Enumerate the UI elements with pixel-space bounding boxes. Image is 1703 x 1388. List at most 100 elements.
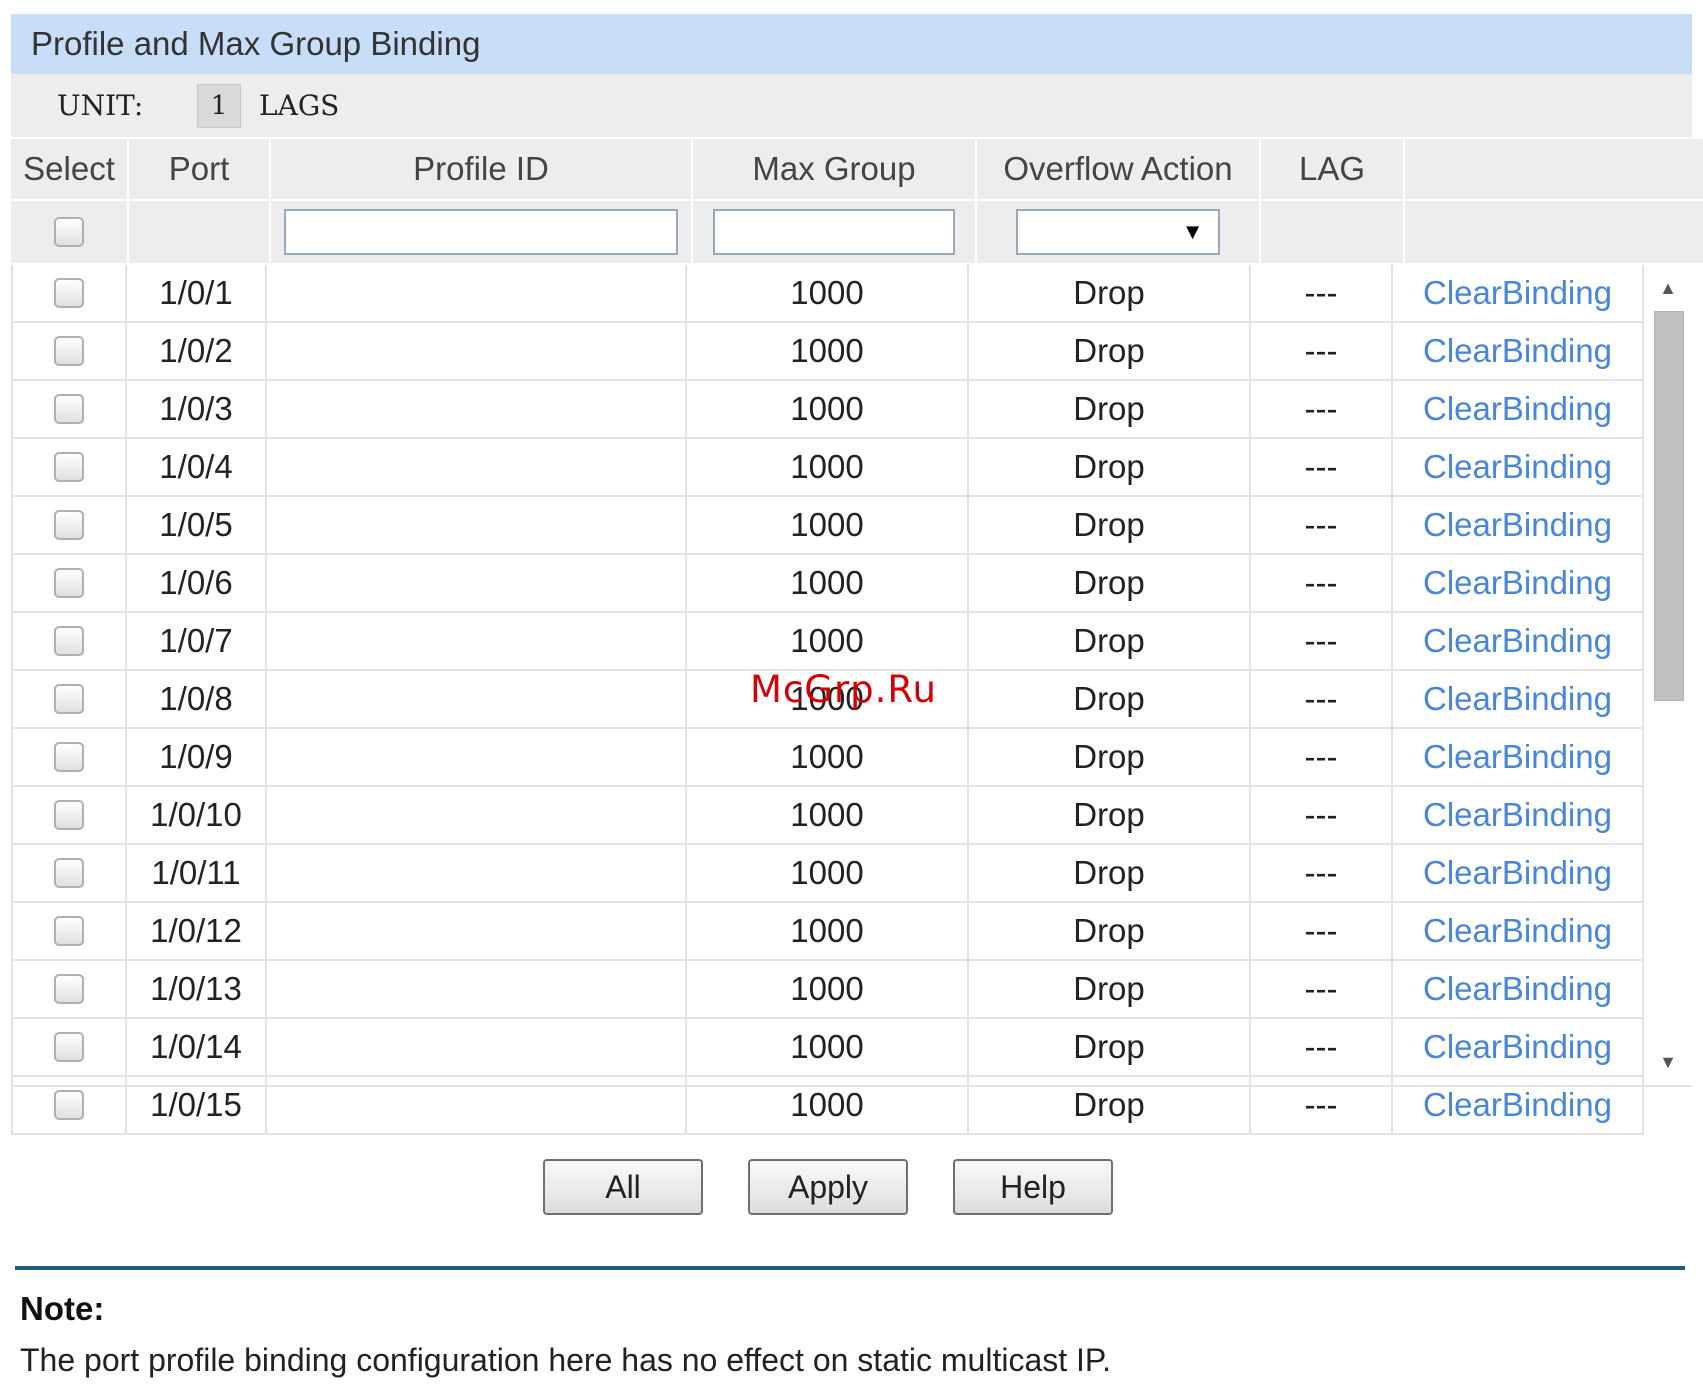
scroll-thumb[interactable] bbox=[1654, 311, 1684, 701]
row-select-cell bbox=[11, 381, 127, 437]
clear-binding-link[interactable]: ClearBinding bbox=[1393, 381, 1644, 437]
row-checkbox[interactable] bbox=[54, 568, 84, 598]
lag-cell: --- bbox=[1251, 845, 1393, 901]
row-checkbox[interactable] bbox=[54, 278, 84, 308]
clear-binding-link[interactable]: ClearBinding bbox=[1393, 1019, 1644, 1075]
clear-binding-link[interactable]: ClearBinding bbox=[1393, 903, 1644, 959]
row-select-cell bbox=[11, 1019, 127, 1075]
overflow-action-cell: Drop bbox=[969, 671, 1251, 727]
clear-binding-link[interactable]: ClearBinding bbox=[1393, 265, 1644, 321]
table-header: Select Port Profile ID Max Group Overflo… bbox=[11, 137, 1703, 263]
header-profile-id: Profile ID bbox=[271, 139, 691, 199]
row-checkbox[interactable] bbox=[54, 742, 84, 772]
profile-id-cell bbox=[267, 265, 687, 321]
port-cell: 1/0/6 bbox=[127, 555, 267, 611]
unit-1-tab[interactable]: 1 bbox=[197, 83, 241, 128]
lag-cell: --- bbox=[1251, 787, 1393, 843]
lag-cell: --- bbox=[1251, 613, 1393, 669]
port-cell: 1/0/14 bbox=[127, 1019, 267, 1075]
row-checkbox[interactable] bbox=[54, 916, 84, 946]
port-cell: 1/0/1 bbox=[127, 265, 267, 321]
row-checkbox[interactable] bbox=[54, 336, 84, 366]
lag-cell: --- bbox=[1251, 1077, 1393, 1133]
overflow-action-cell: Drop bbox=[969, 497, 1251, 553]
table-row: 1/0/14 1000 Drop --- ClearBinding bbox=[11, 1019, 1644, 1077]
clear-binding-link[interactable]: ClearBinding bbox=[1393, 555, 1644, 611]
row-checkbox[interactable] bbox=[54, 452, 84, 482]
clear-binding-link[interactable]: ClearBinding bbox=[1393, 497, 1644, 553]
filter-lag-cell bbox=[1261, 201, 1403, 263]
row-select-cell bbox=[11, 613, 127, 669]
table-row: 1/0/9 1000 Drop --- ClearBinding bbox=[11, 729, 1644, 787]
max-group-cell: 1000 bbox=[687, 729, 969, 785]
row-checkbox[interactable] bbox=[54, 1032, 84, 1062]
clear-binding-link[interactable]: ClearBinding bbox=[1393, 845, 1644, 901]
overflow-action-select[interactable]: ▼ bbox=[1016, 209, 1220, 255]
clear-binding-link[interactable]: ClearBinding bbox=[1393, 961, 1644, 1017]
clear-binding-link[interactable]: ClearBinding bbox=[1393, 1077, 1644, 1133]
row-checkbox[interactable] bbox=[54, 394, 84, 424]
unit-label: UNIT: bbox=[57, 89, 144, 122]
table-scrollbar[interactable]: ▲ ▼ bbox=[1644, 265, 1692, 1085]
table-row: 1/0/3 1000 Drop --- ClearBinding bbox=[11, 381, 1644, 439]
row-select-cell bbox=[11, 323, 127, 379]
lag-cell: --- bbox=[1251, 903, 1393, 959]
lag-cell: --- bbox=[1251, 961, 1393, 1017]
row-checkbox[interactable] bbox=[54, 510, 84, 540]
clear-binding-link[interactable]: ClearBinding bbox=[1393, 439, 1644, 495]
scroll-up-icon[interactable]: ▲ bbox=[1644, 265, 1692, 311]
max-group-cell: 1000 bbox=[687, 787, 969, 843]
lags-tab[interactable]: LAGS bbox=[259, 89, 339, 122]
table-row: 1/0/10 1000 Drop --- ClearBinding bbox=[11, 787, 1644, 845]
profile-id-cell bbox=[267, 903, 687, 959]
row-checkbox[interactable] bbox=[54, 858, 84, 888]
lag-cell: --- bbox=[1251, 497, 1393, 553]
port-cell: 1/0/15 bbox=[127, 1077, 267, 1133]
port-cell: 1/0/10 bbox=[127, 787, 267, 843]
filter-max-group-cell bbox=[693, 201, 975, 263]
port-cell: 1/0/11 bbox=[127, 845, 267, 901]
clear-binding-link[interactable]: ClearBinding bbox=[1393, 613, 1644, 669]
overflow-action-cell: Drop bbox=[969, 903, 1251, 959]
port-cell: 1/0/13 bbox=[127, 961, 267, 1017]
apply-button[interactable]: Apply bbox=[748, 1159, 908, 1215]
row-checkbox[interactable] bbox=[54, 1090, 84, 1120]
overflow-action-cell: Drop bbox=[969, 265, 1251, 321]
row-checkbox[interactable] bbox=[54, 800, 84, 830]
max-group-cell: 1000 bbox=[687, 1019, 969, 1075]
overflow-action-cell: Drop bbox=[969, 555, 1251, 611]
row-checkbox[interactable] bbox=[54, 974, 84, 1004]
port-cell: 1/0/9 bbox=[127, 729, 267, 785]
lag-cell: --- bbox=[1251, 381, 1393, 437]
max-group-cell: 1000 bbox=[687, 555, 969, 611]
profile-id-cell bbox=[267, 729, 687, 785]
all-button[interactable]: All bbox=[543, 1159, 703, 1215]
profile-id-input[interactable] bbox=[283, 209, 679, 255]
unit-selector-row: UNIT: 1 LAGS bbox=[11, 74, 1692, 137]
lag-cell: --- bbox=[1251, 439, 1393, 495]
clear-binding-link[interactable]: ClearBinding bbox=[1393, 671, 1644, 727]
row-select-cell bbox=[11, 1077, 127, 1133]
row-checkbox[interactable] bbox=[54, 626, 84, 656]
max-group-input[interactable] bbox=[712, 209, 956, 255]
lag-cell: --- bbox=[1251, 265, 1393, 321]
help-button[interactable]: Help bbox=[953, 1159, 1113, 1215]
clear-binding-link[interactable]: ClearBinding bbox=[1393, 787, 1644, 843]
row-select-cell bbox=[11, 671, 127, 727]
header-action bbox=[1405, 139, 1703, 199]
max-group-cell: 1000 bbox=[687, 323, 969, 379]
table-row: 1/0/7 1000 Drop --- ClearBinding bbox=[11, 613, 1644, 671]
port-cell: 1/0/7 bbox=[127, 613, 267, 669]
overflow-action-cell: Drop bbox=[969, 323, 1251, 379]
row-checkbox[interactable] bbox=[54, 684, 84, 714]
header-overflow-action: Overflow Action bbox=[977, 139, 1259, 199]
profile-id-cell bbox=[267, 497, 687, 553]
overflow-action-cell: Drop bbox=[969, 613, 1251, 669]
clear-binding-link[interactable]: ClearBinding bbox=[1393, 323, 1644, 379]
filter-select-cell bbox=[11, 201, 127, 263]
clear-binding-link[interactable]: ClearBinding bbox=[1393, 729, 1644, 785]
scroll-down-icon[interactable]: ▼ bbox=[1644, 1039, 1692, 1085]
port-cell: 1/0/12 bbox=[127, 903, 267, 959]
overflow-action-cell: Drop bbox=[969, 729, 1251, 785]
select-all-checkbox[interactable] bbox=[54, 217, 84, 247]
